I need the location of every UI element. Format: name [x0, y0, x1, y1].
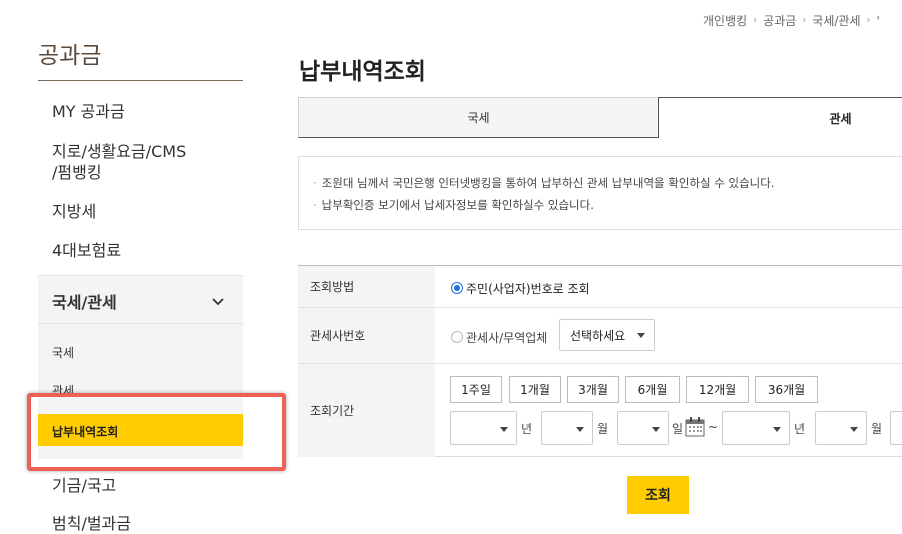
date-unit-label: 년	[521, 422, 533, 436]
breadcrumb-item[interactable]: 공과금	[763, 12, 796, 29]
start-month-select[interactable]	[541, 411, 593, 445]
sidebar-group-label: 국세/관세	[52, 293, 117, 312]
radio-id-number[interactable]	[451, 282, 463, 294]
date-unit-label: 월	[871, 422, 883, 436]
notice-box: · 조원대 님께서 국민은행 인터넷뱅킹을 통하여 납부하신 관세 납부내역을 확…	[298, 156, 902, 230]
caret-down-icon	[652, 427, 660, 432]
sidebar-sub-payment-history[interactable]: 납부내역조회	[38, 414, 243, 446]
caret-down-icon	[637, 333, 645, 338]
notice-text: 납부확인증 보기에서 납세자정보를 확인하실수 있습니다.	[321, 198, 594, 212]
notice-text: 조원대 님께서 국민은행 인터넷뱅킹을 통하여 납부하신 관세 납부내역을 확인…	[321, 176, 775, 190]
select-value: 선택하세요	[570, 328, 626, 343]
sidebar-sub-national-tax[interactable]: 국세	[52, 344, 74, 361]
end-year-select[interactable]	[722, 411, 790, 445]
sidebar-sub-label: 납부내역조회	[52, 425, 119, 439]
bullet-icon: ·	[313, 176, 317, 190]
end-month-select[interactable]	[815, 411, 867, 445]
customs-select[interactable]: 선택하세요	[559, 319, 655, 351]
radio-label: 관세사/무역업체	[466, 331, 548, 345]
breadcrumb-item[interactable]: 국세/관세	[812, 12, 860, 29]
start-day-select[interactable]	[617, 411, 669, 445]
period-36month-button[interactable]: 36개월	[755, 376, 818, 403]
date-unit-label: 년	[794, 422, 806, 436]
chevron-right-icon: ›	[753, 15, 758, 26]
breadcrumb-item[interactable]: '	[877, 14, 880, 28]
search-button[interactable]: 조회	[627, 476, 689, 514]
period-6month-button[interactable]: 6개월	[625, 376, 680, 403]
radio-label: 주민(사업자)번호로 조회	[466, 282, 590, 296]
sidebar-item-fund[interactable]: 기금/국고	[52, 476, 116, 496]
end-day-select[interactable]	[890, 411, 902, 445]
form-label: 조회기간	[298, 364, 435, 457]
tab-label: 국세	[467, 111, 490, 125]
sidebar-sub-customs[interactable]: 관세	[52, 382, 74, 399]
caret-down-icon	[500, 427, 508, 432]
sidebar-divider	[38, 80, 243, 81]
notice-line: · 납부확인증 보기에서 납세자정보를 확인하실수 있습니다.	[313, 197, 594, 213]
sidebar-item-local-tax[interactable]: 지방세	[52, 202, 96, 222]
form-row-customs: 관세사번호 관세사/무역업체 선택하세요	[298, 308, 902, 364]
sidebar-title: 공과금	[38, 43, 102, 69]
sidebar-item-insurance[interactable]: 4대보험료	[52, 241, 121, 261]
sidebar-item-my-utility[interactable]: MY 공과금	[52, 102, 125, 122]
sidebar-item-firmbanking[interactable]: /펌뱅킹	[52, 163, 102, 183]
caret-down-icon	[773, 427, 781, 432]
period-1month-button[interactable]: 1개월	[509, 376, 561, 403]
sidebar-group-toggle[interactable]: 국세/관세	[38, 276, 243, 324]
radio-customs-broker[interactable]	[451, 331, 463, 343]
chevron-right-icon: ›	[866, 15, 871, 26]
caret-down-icon	[576, 427, 584, 432]
search-form: 조회방법 주민(사업자)번호로 조회 관세사번호 관세사/무역업체 선택하세요 …	[298, 265, 902, 457]
form-label: 조회방법	[298, 266, 435, 307]
form-label: 관세사번호	[298, 308, 435, 363]
notice-line: · 조원대 님께서 국민은행 인터넷뱅킹을 통하여 납부하신 관세 납부내역을 확…	[313, 175, 774, 191]
sidebar-item-fine[interactable]: 범칙/벌과금	[52, 514, 131, 534]
form-row-period: 조회기간 1주일 1개월 3개월 6개월 12개월 36개월 년 월 일 ~ 년…	[298, 364, 902, 457]
bullet-icon: ·	[313, 198, 317, 212]
sidebar-item-giro[interactable]: 지로/생활요금/CMS	[52, 142, 186, 162]
tab-customs[interactable]: 관세	[658, 97, 902, 138]
date-unit-label: 일	[672, 422, 684, 436]
form-row-method: 조회방법 주민(사업자)번호로 조회	[298, 266, 902, 308]
tab-bar: 국세 관세	[298, 97, 902, 138]
tab-label: 관세	[829, 111, 852, 126]
start-year-select[interactable]	[450, 411, 517, 445]
chevron-right-icon: ›	[802, 15, 807, 26]
page-title: 납부내역조회	[299, 59, 426, 85]
breadcrumb-item[interactable]: 개인뱅킹	[703, 12, 747, 29]
sidebar-group-national-tax: 국세/관세 국세 관세 납부내역조회	[38, 275, 243, 459]
chevron-down-icon	[211, 292, 225, 311]
period-12month-button[interactable]: 12개월	[686, 376, 749, 403]
calendar-icon[interactable]	[685, 417, 705, 441]
tab-national-tax[interactable]: 국세	[298, 97, 659, 138]
period-3month-button[interactable]: 3개월	[567, 376, 619, 403]
period-1week-button[interactable]: 1주일	[450, 376, 502, 403]
breadcrumb: 개인뱅킹 › 공과금 › 국세/관세 › '	[703, 12, 880, 29]
caret-down-icon	[850, 427, 858, 432]
date-unit-label: 월	[597, 422, 609, 436]
range-separator: ~	[708, 420, 719, 434]
